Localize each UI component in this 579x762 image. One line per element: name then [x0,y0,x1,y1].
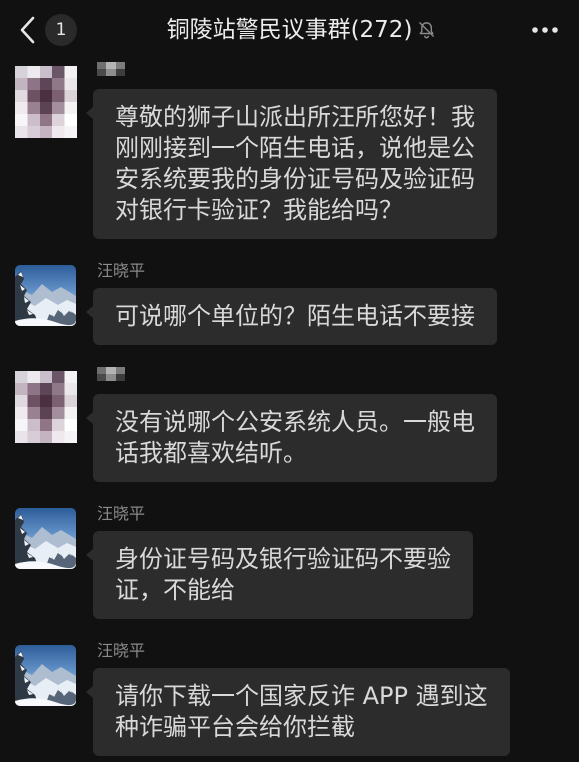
redacted-name-mosaic [97,62,125,76]
chat-header: 1 铜陵站警民议事群(272) [0,0,579,60]
message-bubble[interactable]: 身份证号码及银行验证码不要验 证，不能给 [86,531,473,619]
message-text-line: 种诈骗平台会给你拦截 [115,713,355,741]
sender-avatar[interactable] [15,371,77,443]
redacted-sender-name [93,367,125,387]
message-text-line: 刚刚接到一个陌生电话，说他是公 [115,134,475,162]
redacted-sender-name [93,62,125,82]
message-text-line: 没有说哪个公安系统人员。一般电 [115,408,475,436]
message-body: 汪晓平身份证号码及银行验证码不要验 证，不能给 [86,504,473,619]
chat-title-group: 铜陵站警民议事群(272) [166,0,435,60]
message-text-line: 请你下载一个国家反诈 APP 遇到这 [115,682,488,710]
bell-slash-icon [419,22,435,39]
sender-avatar[interactable] [15,265,76,326]
message-text-line: 安系统要我的身份证号码及验证码 [115,165,475,193]
message-body: 汪晓平请你下载一个国家反诈 APP 遇到这 种诈骗平台会给你拦截 [86,641,510,756]
chat-title: 铜陵站警民议事群(272) [166,17,413,43]
message-row: 尊敬的狮子山派出所汪所您好！我 刚刚接到一个陌生电话，说他是公 安系统要我的身份证号… [0,62,579,239]
more-dots-icon [532,27,558,33]
message-body: 尊敬的狮子山派出所汪所您好！我 刚刚接到一个陌生电话，说他是公 安系统要我的身份证号… [86,62,497,239]
message-text-line: 证，不能给 [115,576,235,604]
more-button[interactable] [531,26,559,34]
unread-count-badge[interactable]: 1 [45,14,77,46]
message-text-line: 可说哪个单位的？陌生电话不要接 [115,302,475,330]
message-body: 没有说哪个公安系统人员。一般电 话我都喜欢结听。 [86,367,497,482]
message-list[interactable]: 尊敬的狮子山派出所汪所您好！我 刚刚接到一个陌生电话，说他是公 安系统要我的身份证号… [0,60,579,756]
sender-avatar[interactable] [15,645,76,706]
sender-avatar[interactable] [15,66,77,138]
message-bubble[interactable]: 尊敬的狮子山派出所汪所您好！我 刚刚接到一个陌生电话，说他是公 安系统要我的身份证号… [86,89,497,239]
message-row: 汪晓平身份证号码及银行验证码不要验 证，不能给 [0,504,579,619]
sender-name: 汪晓平 [97,641,146,660]
mosaic-avatar-icon [15,66,77,138]
message-row: 没有说哪个公安系统人员。一般电 话我都喜欢结听。 [0,367,579,482]
message-body: 汪晓平可说哪个单位的？陌生电话不要接 [86,261,497,345]
redacted-name-mosaic [97,367,125,381]
snow-landscape-avatar-icon [15,508,76,569]
message-text-line: 话我都喜欢结听。 [115,439,307,467]
message-text-line: 对银行卡验证？我能给吗？ [115,196,403,224]
sender-name: 汪晓平 [97,261,146,280]
snow-landscape-avatar-icon [15,265,76,326]
chevron-left-icon [20,16,35,44]
sender-avatar[interactable] [15,508,76,569]
back-button[interactable] [18,15,38,45]
sender-name: 汪晓平 [97,504,146,523]
message-bubble[interactable]: 没有说哪个公安系统人员。一般电 话我都喜欢结听。 [86,394,497,482]
mosaic-avatar-icon [15,371,77,443]
message-text-line: 身份证号码及银行验证码不要验 [115,545,451,573]
snow-landscape-avatar-icon [15,645,76,706]
message-text-line: 尊敬的狮子山派出所汪所您好！我 [115,103,475,131]
message-row: 汪晓平请你下载一个国家反诈 APP 遇到这 种诈骗平台会给你拦截 [0,641,579,756]
message-row: 汪晓平可说哪个单位的？陌生电话不要接 [0,261,579,345]
message-bubble[interactable]: 请你下载一个国家反诈 APP 遇到这 种诈骗平台会给你拦截 [86,668,510,756]
message-bubble[interactable]: 可说哪个单位的？陌生电话不要接 [86,288,497,345]
